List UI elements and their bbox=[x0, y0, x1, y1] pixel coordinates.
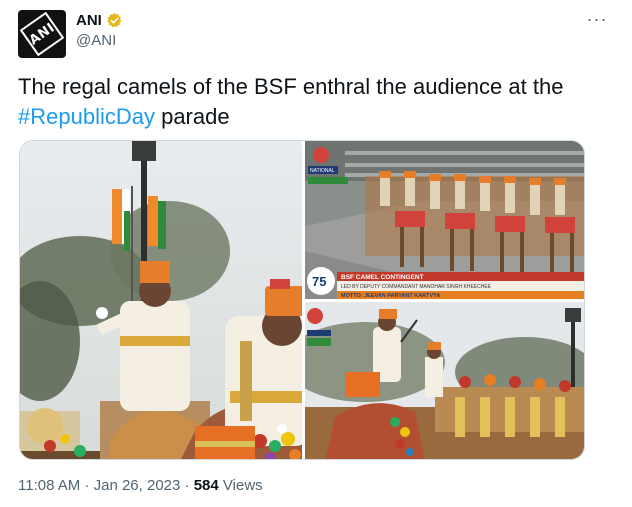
media-grid[interactable]: NATIONAL 75 BSF CAMEL CONTINGENT LED BY … bbox=[19, 140, 585, 460]
handle[interactable]: @ANI bbox=[76, 32, 123, 49]
tweet-date[interactable]: Jan 26, 2023 bbox=[94, 477, 181, 494]
tweet-header: ANI ANI @ANI ··· bbox=[18, 10, 614, 58]
verified-badge-icon bbox=[107, 13, 122, 28]
tweet-text-start: The regal camels of the BSF enthral the … bbox=[18, 74, 564, 99]
banner-title: BSF CAMEL CONTINGENT bbox=[341, 274, 424, 281]
meta-separator: · bbox=[84, 477, 90, 494]
display-name[interactable]: ANI bbox=[76, 12, 102, 29]
ani-logo-icon: ANI bbox=[19, 11, 65, 57]
tweet-meta: 11:08 AM · Jan 26, 2023 · 584 Views bbox=[18, 477, 263, 494]
tweet-text-end: parade bbox=[154, 104, 230, 129]
channel-label: NATIONAL bbox=[310, 168, 335, 174]
author-names: ANI @ANI bbox=[76, 12, 123, 49]
meta-separator: · bbox=[184, 477, 190, 494]
avatar[interactable]: ANI bbox=[18, 10, 66, 58]
views-count[interactable]: 584 bbox=[194, 477, 219, 494]
banner-line3: MOTTO: JEEVAN PARYANT KARTVYA bbox=[341, 293, 440, 299]
photo-camel-band[interactable] bbox=[305, 302, 584, 459]
photo-broadcast-contingent[interactable]: NATIONAL 75 BSF CAMEL CONTINGENT LED BY … bbox=[305, 141, 584, 299]
tweet-text: The regal camels of the BSF enthral the … bbox=[18, 72, 608, 132]
photo-camel-riders-closeup[interactable] bbox=[20, 141, 302, 459]
hashtag-link[interactable]: #RepublicDay bbox=[18, 104, 155, 129]
more-options-icon[interactable]: ··· bbox=[582, 10, 612, 32]
tweet-time[interactable]: 11:08 AM bbox=[18, 477, 80, 494]
logo-number: 75 bbox=[312, 274, 326, 289]
banner-line2: LED BY DEPUTY COMMANDANT MANOHAR SINGH K… bbox=[341, 284, 492, 290]
views-label: Views bbox=[222, 477, 263, 494]
